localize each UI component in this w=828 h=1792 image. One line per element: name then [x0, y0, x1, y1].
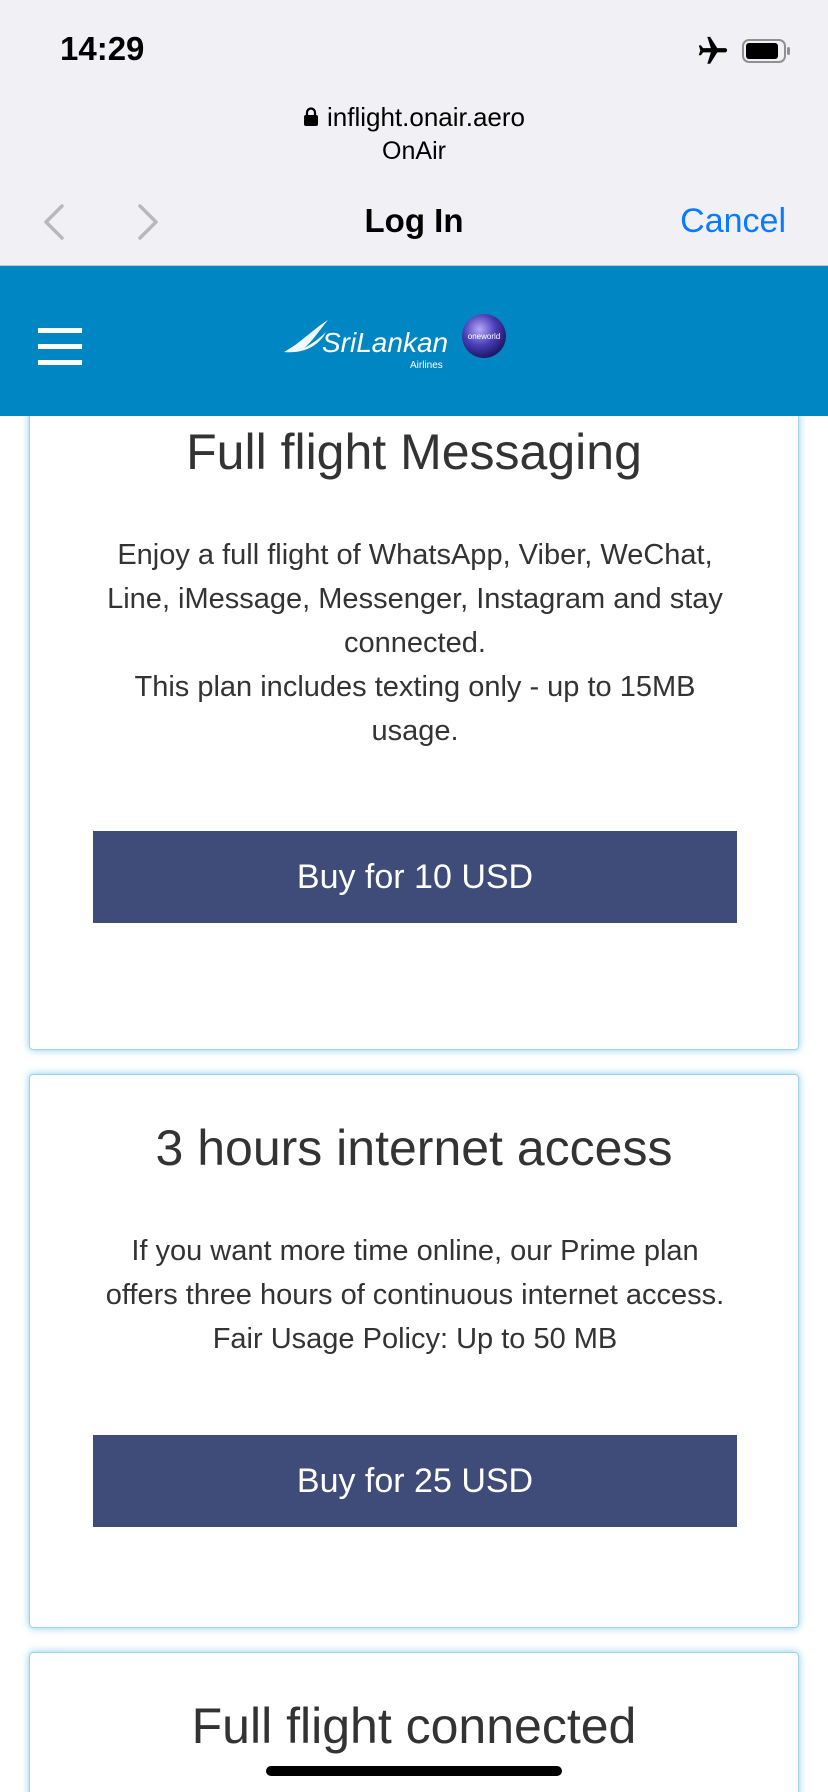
- plan-title: Full flight connected: [191, 1698, 637, 1754]
- logo-subtext: Airlines: [410, 360, 443, 371]
- menu-icon[interactable]: [38, 328, 82, 366]
- srilankan-logo[interactable]: SriLankan Airlines oneworld: [282, 312, 512, 376]
- plan-card-3-hours: 3 hours internet access If you want more…: [29, 1074, 799, 1628]
- buy-10-usd-button[interactable]: Buy for 10 USD: [93, 831, 737, 923]
- alliance-text: oneworld: [468, 332, 500, 341]
- site-header: SriLankan Airlines oneworld: [0, 266, 828, 416]
- logo-text: SriLankan: [322, 327, 448, 358]
- cancel-button[interactable]: Cancel: [680, 202, 786, 241]
- site-name: OnAir: [382, 137, 446, 165]
- home-indicator[interactable]: [266, 1766, 562, 1776]
- status-time: 14:29: [60, 30, 145, 67]
- url-bar[interactable]: inflight.onair.aero: [0, 102, 828, 133]
- url-text: inflight.onair.aero: [326, 102, 526, 132]
- plans-list[interactable]: Full flight Messaging Enjoy a full fligh…: [0, 416, 828, 1792]
- plan-description: If you want more time online, our Prime …: [105, 1235, 725, 1355]
- plan-description: Enjoy a full flight of WhatsApp, Viber, …: [107, 539, 723, 747]
- browser-chrome: 14:29 inflight.onair.aero OnAir Log In C…: [0, 0, 828, 266]
- plan-title: Full flight Messaging: [186, 424, 642, 480]
- airplane-icon: [698, 36, 728, 64]
- plan-card-messaging: Full flight Messaging Enjoy a full fligh…: [29, 416, 799, 1050]
- plan-title: 3 hours internet access: [155, 1120, 673, 1176]
- buy-25-usd-button[interactable]: Buy for 25 USD: [93, 1435, 737, 1527]
- lock-icon: [303, 107, 318, 126]
- battery-icon: [742, 39, 790, 63]
